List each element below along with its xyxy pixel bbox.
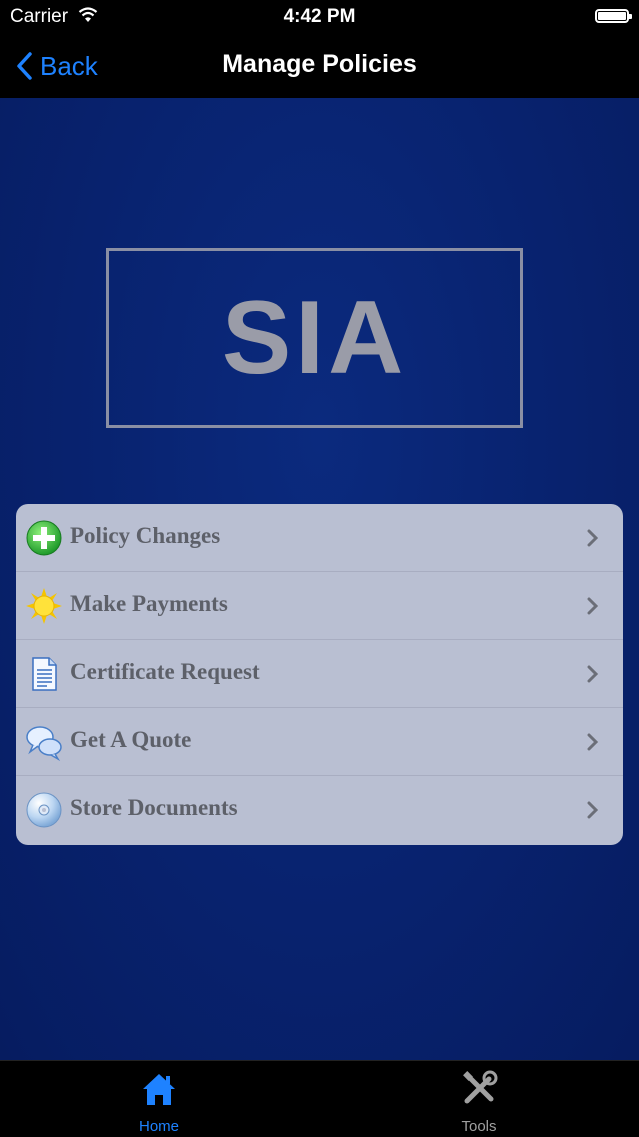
menu-list: Policy Changes Make Payments Certificate… <box>16 504 623 845</box>
tab-home[interactable]: Home <box>99 1061 219 1137</box>
main-content: SIA Policy Changes Make Payments Certifi… <box>0 98 639 1060</box>
chevron-right-icon <box>587 733 599 751</box>
menu-item-store-documents[interactable]: Store Documents <box>16 776 623 844</box>
menu-label: Make Payments <box>70 591 228 616</box>
menu-label: Policy Changes <box>70 523 221 548</box>
tab-label: Home <box>138 1118 179 1135</box>
logo-text: SIA <box>221 280 408 396</box>
menu-item-policy-changes[interactable]: Policy Changes <box>16 504 623 572</box>
sun-icon <box>26 588 62 624</box>
status-bar: Carrier 4:42 PM <box>0 0 639 34</box>
document-icon <box>32 657 57 691</box>
page-title: Manage Policies <box>222 50 417 78</box>
chevron-right-icon <box>587 801 599 819</box>
clock: 4:42 PM <box>283 6 356 27</box>
plus-circle-icon <box>26 520 62 556</box>
navigation-bar: Back Manage Policies <box>0 34 639 98</box>
disc-icon <box>26 792 62 828</box>
menu-item-get-a-quote[interactable]: Get A Quote <box>16 708 623 776</box>
tab-label: Tools <box>461 1118 497 1135</box>
menu-label: Certificate Request <box>70 659 260 684</box>
sia-logo: SIA <box>106 248 523 428</box>
tab-tools[interactable]: Tools <box>419 1061 539 1137</box>
tools-icon <box>463 1070 498 1104</box>
chevron-right-icon <box>587 597 599 615</box>
chevron-right-icon <box>587 529 599 547</box>
battery-icon <box>595 9 632 23</box>
tab-bar: Home Tools <box>0 1060 639 1137</box>
menu-label: Store Documents <box>70 795 238 820</box>
menu-label: Get A Quote <box>70 727 192 752</box>
menu-item-make-payments[interactable]: Make Payments <box>16 572 623 640</box>
home-icon <box>143 1074 175 1105</box>
menu-item-certificate-request[interactable]: Certificate Request <box>16 640 623 708</box>
chevron-right-icon <box>587 665 599 683</box>
chat-bubbles-icon <box>26 726 62 761</box>
